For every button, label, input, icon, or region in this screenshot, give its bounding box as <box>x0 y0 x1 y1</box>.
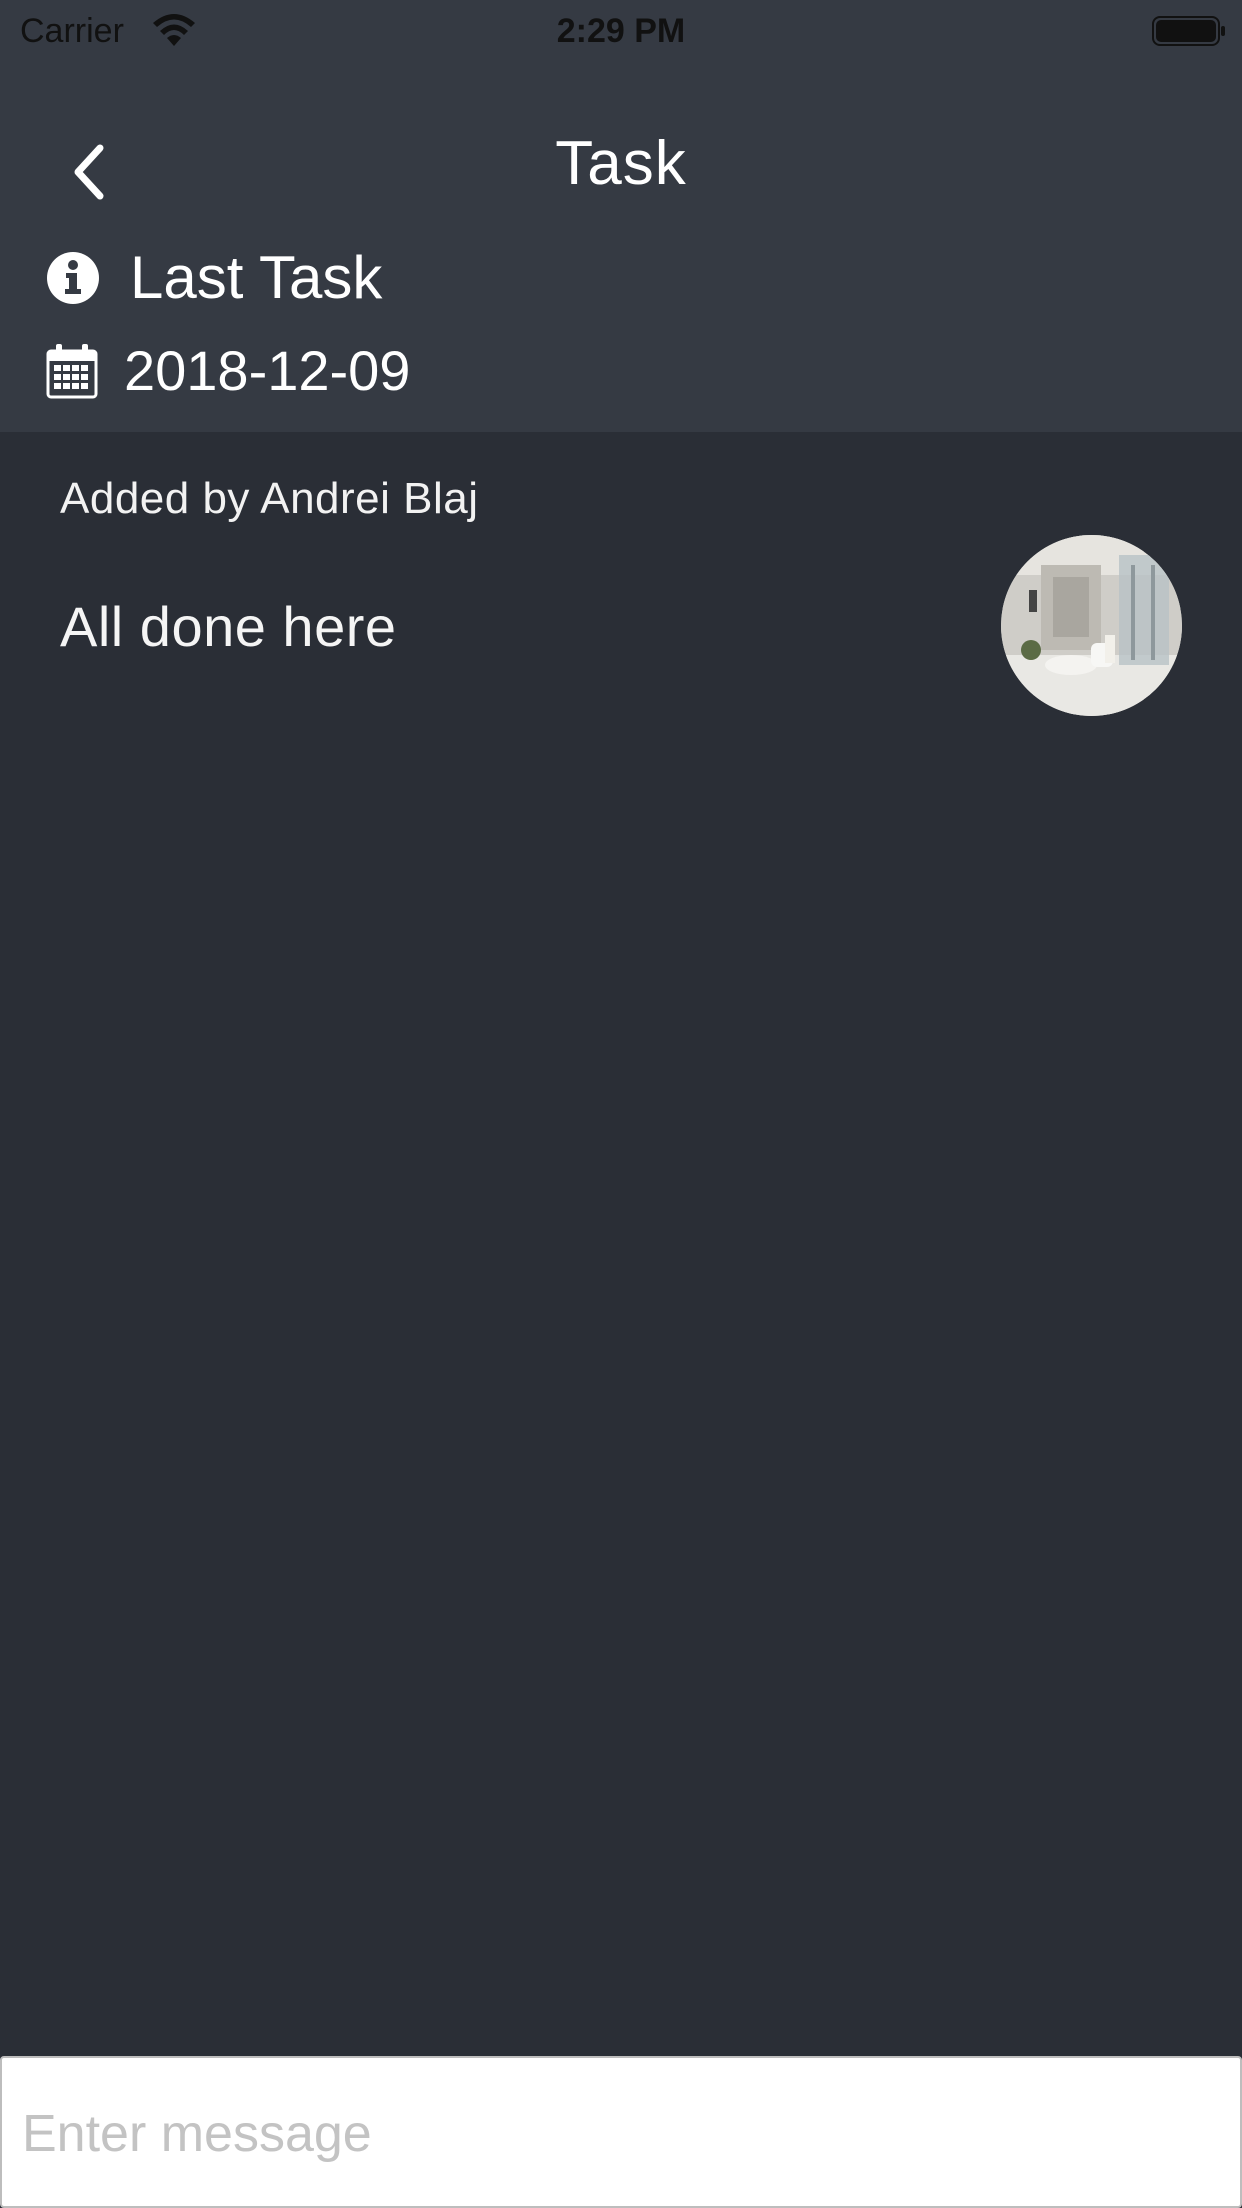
added-by-label: Added by Andrei Blaj <box>60 474 479 523</box>
task-content: Added by Andrei Blaj All done here <box>0 432 1242 2056</box>
navigation-bar: Task <box>0 110 1242 220</box>
photo-thumbnail[interactable] <box>1001 535 1182 716</box>
message-input[interactable] <box>22 2086 1222 2182</box>
message-composer <box>0 2056 1242 2208</box>
info-icon <box>47 252 99 304</box>
page-title: Task <box>555 129 687 198</box>
battery-icon <box>1152 16 1225 46</box>
message-text: All done here <box>60 595 397 658</box>
status-bar: Carrier 2:29 PM <box>0 0 1242 62</box>
task-date-row: 2018-12-09 <box>46 334 410 408</box>
list-item: All done here <box>0 532 1242 722</box>
task-name: Last Task <box>130 244 383 311</box>
calendar-icon <box>46 344 98 399</box>
bathroom-photo-icon <box>1001 535 1182 716</box>
header-area: Carrier 2:29 PM Task Last Task 2018-12-0… <box>0 0 1242 432</box>
clock: 2:29 PM <box>556 12 686 50</box>
task-date: 2018-12-09 <box>124 339 411 402</box>
task-name-row: Last Task <box>46 240 382 316</box>
